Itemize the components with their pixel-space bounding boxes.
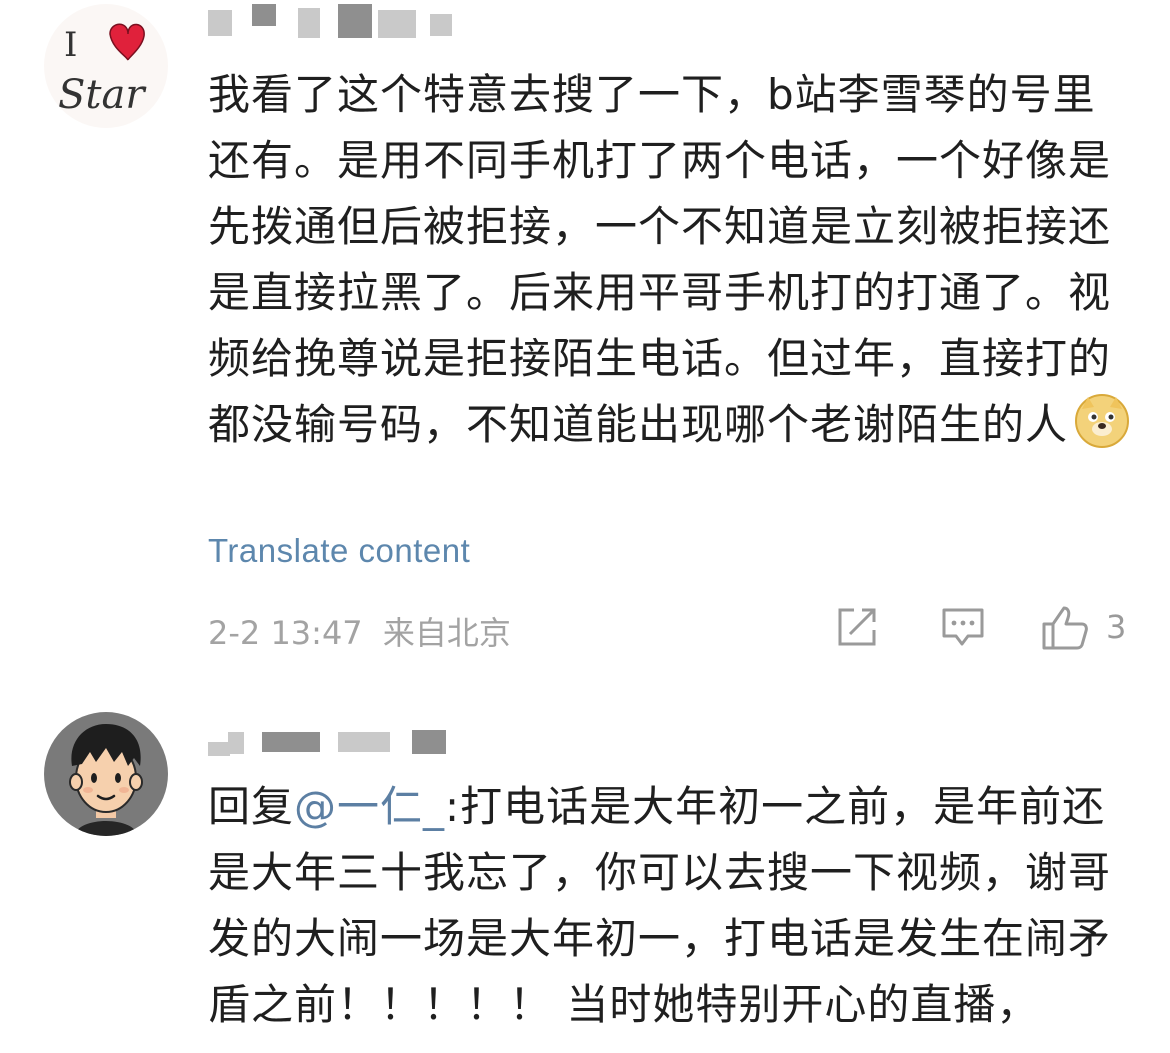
thumbs-up-icon [1042,606,1088,650]
avatar[interactable]: I Star [44,4,168,128]
reply-prefix: 回复 [208,782,295,831]
reply-body: 回复@一仁_:打电话是大年初一之前，是年前还是大年三十我忘了，你可以去搜一下视频… [208,774,1138,1038]
translate-link[interactable]: Translate content [208,532,470,570]
like-button[interactable] [1040,604,1090,652]
share-icon [838,608,876,646]
cartoon-boy-avatar-icon [44,712,168,836]
comment-1: I Star 我看了这个特意去搜了一下，b站李雪琴的号里还有。是用不同手机打了两… [0,0,1170,680]
comment-button[interactable] [940,604,986,652]
comment-2: 回复@一仁_:打电话是大年初一之前，是年前还是大年三十我忘了，你可以去搜一下视频… [0,700,1170,1053]
svg-text:I: I [64,25,77,65]
comment-icon [942,608,984,646]
svg-text:Star: Star [58,72,147,118]
comment-text: 我看了这个特意去搜了一下，b站李雪琴的号里还有。是用不同手机打了两个电话，一个好… [208,70,1112,449]
avatar[interactable] [44,712,168,836]
share-button[interactable] [834,604,880,652]
doge-emoji-icon [1074,393,1130,449]
mention-link[interactable]: @一仁_ [294,782,445,831]
username-redacted [208,4,458,40]
location: 来自北京 [382,614,511,652]
timestamp: 2-2 13:47 [208,614,363,652]
comment-meta: 2-2 13:47 来自北京 [208,608,511,654]
comment-body: 我看了这个特意去搜了一下，b站李雪琴的号里还有。是用不同手机打了两个电话，一个好… [208,62,1138,458]
like-count: 3 [1106,608,1127,646]
i-love-star-avatar-icon: I Star [44,4,168,128]
username-redacted [208,728,458,764]
